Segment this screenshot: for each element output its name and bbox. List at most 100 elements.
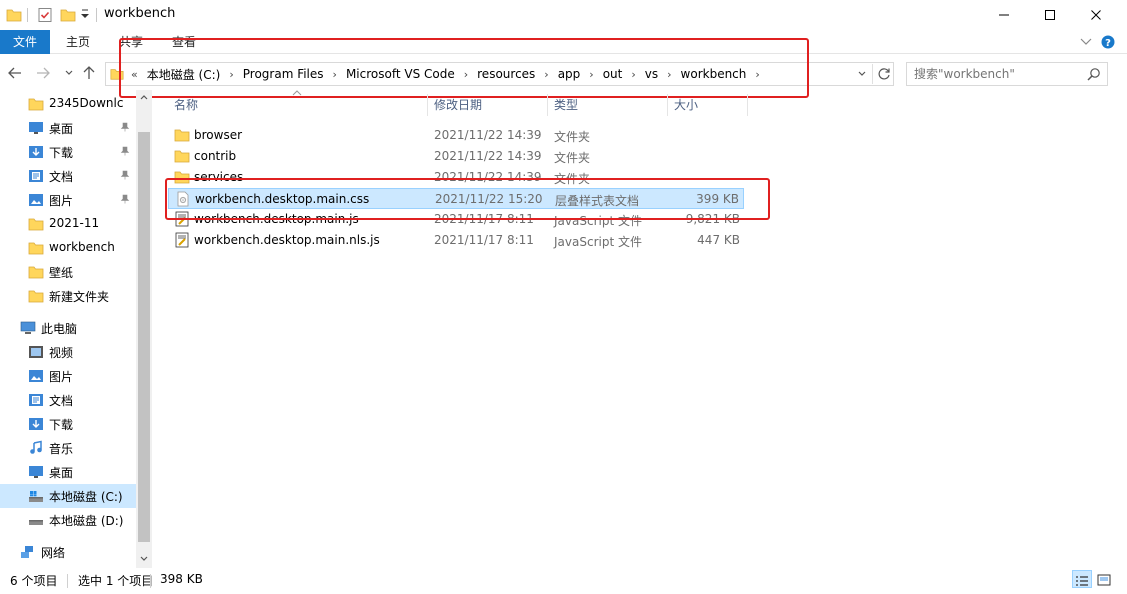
nav-item-drive-c[interactable]: 本地磁盘 (C:)	[0, 484, 136, 508]
nav-item-label: 桌面	[49, 122, 74, 136]
properties-icon[interactable]	[37, 7, 53, 23]
maximize-button[interactable]	[1027, 0, 1073, 30]
file-date: 2021/11/22 14:39	[434, 128, 542, 142]
nav-item-label: 新建文件夹	[49, 290, 110, 304]
nav-item-label: 文档	[49, 394, 74, 408]
nav-item-2345downloads[interactable]: 2345Downlc	[0, 92, 136, 116]
nav-item-music[interactable]: 音乐	[0, 436, 136, 460]
large-icons-view-icon	[1097, 574, 1111, 586]
annotation-box-address	[119, 38, 809, 98]
large-icons-view-button[interactable]	[1094, 570, 1114, 588]
minimize-button[interactable]	[981, 0, 1027, 30]
nav-item-documents[interactable]: 文档	[0, 164, 136, 188]
pictures-icon	[28, 192, 44, 208]
column-size[interactable]: 大小	[668, 94, 748, 116]
file-name: workbench.desktop.main.nls.js	[194, 233, 380, 247]
back-button[interactable]	[6, 64, 24, 82]
file-row-browser[interactable]: browser 2021/11/22 14:39 文件夹	[168, 125, 744, 146]
help-icon[interactable]: ?	[1101, 35, 1115, 49]
file-date: 2021/11/22 14:39	[434, 149, 542, 163]
title-bar: workbench	[0, 0, 1127, 30]
nav-item-drive-d[interactable]: 本地磁盘 (D:)	[0, 508, 136, 532]
folder-icon	[28, 96, 44, 112]
nav-item-wallpaper[interactable]: 壁纸	[0, 260, 136, 284]
navigation-pane: 2345Downlc 桌面 下载 文档 图片 2021-11 workbench…	[0, 90, 152, 568]
nav-item-pc-desktop[interactable]: 桌面	[0, 460, 136, 484]
file-type: 文件夹	[554, 130, 591, 144]
desktop-icon	[28, 120, 44, 136]
nav-item-label: 文档	[49, 170, 74, 184]
back-arrow-icon	[8, 67, 22, 79]
selection-count: 选中 1 个项目	[78, 574, 154, 588]
refresh-icon[interactable]	[877, 67, 891, 81]
separator	[27, 8, 28, 22]
drive-icon	[28, 488, 44, 504]
up-button[interactable]	[80, 64, 98, 82]
nav-item-label: 下载	[49, 146, 74, 160]
search-icon[interactable]	[1087, 67, 1101, 81]
pin-icon[interactable]	[120, 122, 130, 132]
nav-item-pictures[interactable]: 图片	[0, 188, 136, 212]
js-file-icon	[174, 232, 190, 248]
nav-item-workbench[interactable]: workbench	[0, 236, 136, 260]
separator	[67, 574, 68, 588]
nav-scrollbar[interactable]	[136, 90, 152, 568]
nav-item-label: 视频	[49, 346, 74, 360]
scroll-up-icon[interactable]	[140, 94, 148, 100]
tab-file[interactable]: 文件	[0, 30, 50, 54]
nav-item-desktop[interactable]: 桌面	[0, 116, 136, 140]
scroll-down-icon[interactable]	[140, 556, 148, 562]
nav-item-label: 本地磁盘 (D:)	[49, 514, 124, 528]
file-type: 文件夹	[554, 151, 591, 165]
pictures-icon	[28, 368, 44, 384]
folder-icon	[28, 216, 44, 232]
download-icon	[28, 144, 44, 160]
chevron-down-icon	[65, 70, 73, 76]
pin-icon[interactable]	[120, 146, 130, 156]
file-list: 名称 修改日期 类型 大小 browser 2021/11/22 14:39 文…	[152, 90, 1127, 568]
column-name[interactable]: 名称	[168, 94, 428, 116]
details-view-button[interactable]	[1072, 570, 1092, 588]
address-history-icon[interactable]	[858, 71, 866, 77]
pin-icon[interactable]	[120, 194, 130, 204]
documents-icon	[28, 392, 44, 408]
file-row-contrib[interactable]: contrib 2021/11/22 14:39 文件夹	[168, 146, 744, 167]
customize-quick-access-icon[interactable]	[80, 9, 90, 21]
nav-item-pc-documents[interactable]: 文档	[0, 388, 136, 412]
status-bar: 6 个项目 选中 1 个项目 398 KB	[0, 568, 1127, 592]
documents-icon	[28, 168, 44, 184]
file-type: JavaScript 文件	[554, 235, 642, 249]
recent-locations-button[interactable]	[60, 64, 78, 82]
expand-ribbon-icon[interactable]	[1080, 38, 1092, 46]
new-folder-icon[interactable]	[60, 7, 76, 23]
annotation-box-css-file	[165, 178, 770, 220]
column-date[interactable]: 修改日期	[428, 94, 548, 116]
folder-icon	[28, 288, 44, 304]
forward-button[interactable]	[34, 64, 52, 82]
nav-item-network[interactable]: 网络	[0, 540, 136, 564]
nav-item-label: 网络	[41, 546, 66, 560]
search-input[interactable]	[907, 63, 1087, 85]
nav-item-pc-downloads[interactable]: 下载	[0, 412, 136, 436]
nav-item-label: 此电脑	[41, 322, 78, 336]
column-type[interactable]: 类型	[548, 94, 668, 116]
nav-item-pc-pictures[interactable]: 图片	[0, 364, 136, 388]
pin-icon[interactable]	[120, 170, 130, 180]
tab-home[interactable]: 主页	[66, 30, 90, 54]
search-box[interactable]	[906, 62, 1108, 86]
file-row-main-nls-js[interactable]: workbench.desktop.main.nls.js 2021/11/17…	[168, 230, 744, 251]
nav-item-new-folder[interactable]: 新建文件夹	[0, 284, 136, 308]
network-icon	[20, 544, 36, 560]
nav-item-downloads[interactable]: 下载	[0, 140, 136, 164]
separator	[872, 64, 873, 84]
nav-item-label: 下载	[49, 418, 74, 432]
nav-item-this-pc[interactable]: 此电脑	[0, 316, 136, 340]
folder-icon	[28, 264, 44, 280]
nav-item-videos[interactable]: 视频	[0, 340, 136, 364]
nav-item-2021-11[interactable]: 2021-11	[0, 212, 136, 236]
folder-icon[interactable]	[6, 7, 22, 23]
close-button[interactable]	[1073, 0, 1119, 30]
folder-icon	[174, 127, 190, 143]
nav-item-label: 桌面	[49, 466, 74, 480]
scrollbar-thumb[interactable]	[138, 132, 150, 542]
